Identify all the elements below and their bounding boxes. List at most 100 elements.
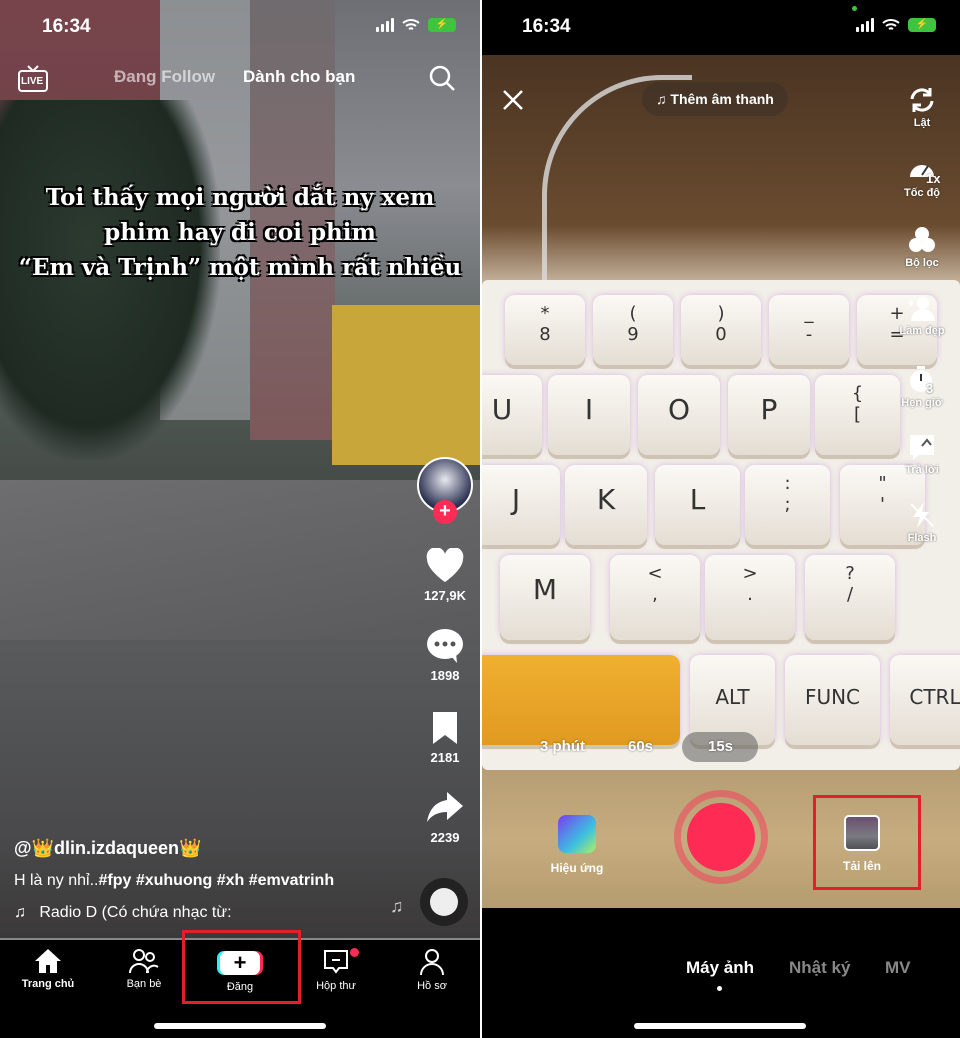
keyboard-key: [482, 655, 680, 745]
live-button[interactable]: LIVE: [18, 64, 48, 97]
post-description: H là ny nhỉ..#fpy #xuhuong #xh #emvatrin…: [14, 872, 334, 890]
notification-dot: [350, 948, 359, 957]
music-note-icon: ♫: [14, 904, 26, 921]
tool-reply[interactable]: Trả lời: [890, 432, 954, 476]
share-arrow-icon: [427, 792, 463, 822]
follow-plus-button[interactable]: +: [433, 500, 457, 524]
tool-label: Lật: [913, 117, 931, 129]
nav-profile[interactable]: Hồ sơ: [384, 948, 480, 992]
keyboard-key: O: [638, 375, 720, 455]
share-count: 2239: [430, 830, 460, 845]
beauty-icon: [907, 297, 935, 321]
tool-flip-camera[interactable]: Lật: [890, 85, 954, 129]
key-legend: -: [805, 324, 813, 345]
nav-label: Trang chủ: [21, 978, 75, 990]
tool-flash-off[interactable]: Flash: [890, 500, 954, 544]
status-icons: ⚡: [376, 18, 456, 32]
caption-line: Toi thấy mọi người dắt ny xem: [45, 184, 435, 211]
nav-home[interactable]: Trang chủ: [0, 948, 96, 990]
keyboard-key: (9: [593, 295, 673, 365]
inbox-icon: [324, 950, 348, 974]
wifi-icon: [882, 19, 900, 30]
duration-3min[interactable]: 3 phút: [540, 738, 585, 755]
key-legend: FUNC: [804, 685, 861, 709]
music-note-icon: ♫: [390, 896, 404, 916]
key-legend: ": [878, 473, 887, 494]
tool-label: Tốc độ: [903, 187, 941, 199]
nav-inbox[interactable]: Hộp thư: [288, 948, 384, 992]
search-icon[interactable]: [428, 64, 456, 92]
keyboard-key: :;: [745, 465, 830, 545]
add-sound-button[interactable]: ♫ Thêm âm thanh: [642, 82, 788, 116]
keyboard-key: * 8: [505, 295, 585, 365]
music-disc-cover: [430, 888, 458, 916]
tab-for-you[interactable]: Dành cho bạn: [243, 67, 355, 87]
signal-icon: [856, 18, 874, 32]
tiktok-feed-screen: 16:34 ⚡ LIVE Đang Follow Dành cho bạn To…: [0, 0, 480, 1038]
share-button[interactable]: 2239: [420, 790, 470, 845]
home-icon: [35, 949, 61, 973]
tool-badge: 1x: [926, 171, 941, 186]
tool-label: Bộ lọc: [905, 257, 939, 269]
music-note-icon: ♫: [656, 91, 667, 107]
caption-line: phim hay đi coi phim: [104, 219, 376, 246]
effects-button[interactable]: Hiệu ứng: [542, 815, 612, 875]
record-button[interactable]: [674, 790, 768, 884]
key-legend: ,: [652, 584, 658, 605]
music-disc-button[interactable]: [420, 878, 468, 926]
friends-icon: [129, 949, 159, 974]
signal-icon: [376, 18, 394, 32]
camera-in-use-dot: [852, 6, 857, 11]
effects-icon: [558, 815, 596, 853]
keyboard-key: J: [482, 465, 560, 545]
profile-icon: [420, 949, 444, 976]
comment-button[interactable]: 1898: [420, 628, 470, 683]
record-inner: [687, 803, 755, 871]
key-legend: U: [491, 393, 513, 426]
status-icons: ⚡: [856, 18, 936, 32]
duration-15s[interactable]: 15s: [708, 738, 733, 755]
caption-line: “Em và Trịnh” một mình rất nhiều: [18, 254, 462, 281]
tool-filters[interactable]: Bộ lọc: [890, 225, 954, 269]
music-info[interactable]: ♫ Radio D (Có chứa nhạc từ:: [14, 904, 232, 922]
hashtags[interactable]: #fpy #xuhuong #xh #emvatrinh: [98, 872, 334, 889]
like-count: 127,9K: [424, 588, 466, 603]
wifi-icon: [402, 19, 420, 30]
tool-label: Hẹn giờ: [901, 397, 943, 409]
save-button[interactable]: 2181: [420, 710, 470, 765]
nav-label: Bạn bè: [126, 978, 162, 990]
creator-username[interactable]: @👑dlin.izdaqueen👑: [14, 838, 201, 859]
live-label: LIVE: [21, 76, 44, 87]
nav-friends[interactable]: Bạn bè: [96, 948, 192, 990]
key-legend: L: [689, 483, 706, 516]
mode-camera[interactable]: Máy ảnh: [686, 958, 754, 978]
tool-badge: 3: [926, 381, 934, 396]
key-legend: ;: [784, 494, 791, 515]
tool-beauty[interactable]: Làm đẹp: [890, 293, 954, 337]
comment-icon: [427, 629, 463, 663]
duration-60s[interactable]: 60s: [628, 738, 653, 755]
description-text: H là ny nhỉ..: [14, 872, 99, 889]
keyboard-key: U: [482, 375, 542, 455]
key-legend: 9: [627, 324, 639, 345]
keyboard-key: L: [655, 465, 740, 545]
tiktok-camera-screen: * 8(9) 0 _ - + = U I O P{[J K L:; " ' M <, >.? / ALT FUNC CTR…: [482, 0, 960, 1038]
home-indicator: [634, 1023, 806, 1029]
tool-label: Trả lời: [905, 464, 939, 476]
like-button[interactable]: 127,9K: [420, 548, 470, 603]
mode-mv[interactable]: MV: [885, 958, 911, 978]
close-icon[interactable]: [502, 89, 524, 111]
tool-timer[interactable]: 3 Hẹn giờ: [890, 365, 954, 409]
video-background-sidewalk: [0, 480, 480, 640]
key-legend: I: [584, 393, 594, 426]
reply-icon: [910, 435, 934, 460]
bookmark-icon: [433, 712, 457, 744]
tool-label: Làm đẹp: [899, 325, 945, 337]
mode-story[interactable]: Nhật ký: [789, 958, 850, 978]
key-legend: CTRL: [909, 685, 960, 709]
key-legend: ?: [845, 563, 855, 584]
highlight-box-upload: [813, 795, 921, 890]
tool-speed[interactable]: 1x Tốc độ: [890, 155, 954, 199]
key-legend: J: [511, 483, 521, 516]
tab-following[interactable]: Đang Follow: [114, 67, 215, 87]
